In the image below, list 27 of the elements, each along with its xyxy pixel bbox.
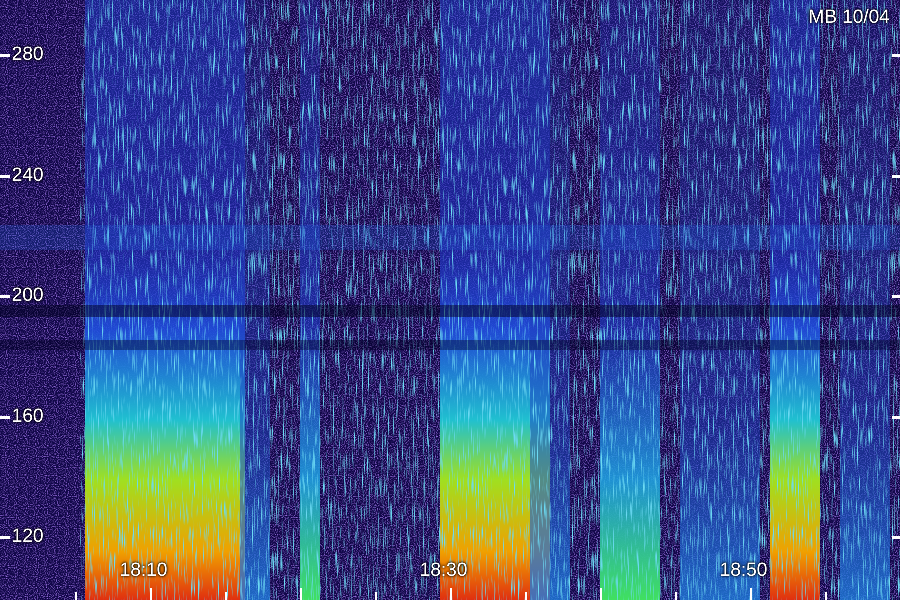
axis-tick (225, 592, 227, 600)
axis-tick (0, 295, 10, 298)
axis-tick (600, 588, 602, 600)
axis-tick (300, 588, 302, 600)
axis-tick (0, 174, 10, 178)
axis-label: 280 (12, 45, 44, 65)
axis-tick (825, 592, 827, 600)
axis-tick (675, 592, 677, 600)
axis-tick (525, 592, 527, 600)
axis-label: 200 (12, 286, 44, 306)
axis-tick (150, 588, 152, 600)
axis-tick (0, 416, 10, 418)
axis-tick (892, 54, 900, 57)
axis-tick (892, 536, 900, 539)
axis-tick (450, 588, 452, 600)
axis-tick (892, 295, 900, 298)
axis-tick (75, 592, 77, 600)
axis-label: 240 (12, 166, 44, 186)
axis-label: 18:50 (720, 561, 768, 581)
axis-tick (750, 588, 752, 600)
axis-label: 160 (12, 406, 44, 426)
axis-tick (0, 54, 10, 57)
axis-tick (375, 592, 377, 600)
axis-tick (892, 174, 900, 178)
axis-label: 120 (12, 527, 44, 547)
axis-tick (0, 536, 10, 539)
axis-tick (892, 416, 900, 418)
